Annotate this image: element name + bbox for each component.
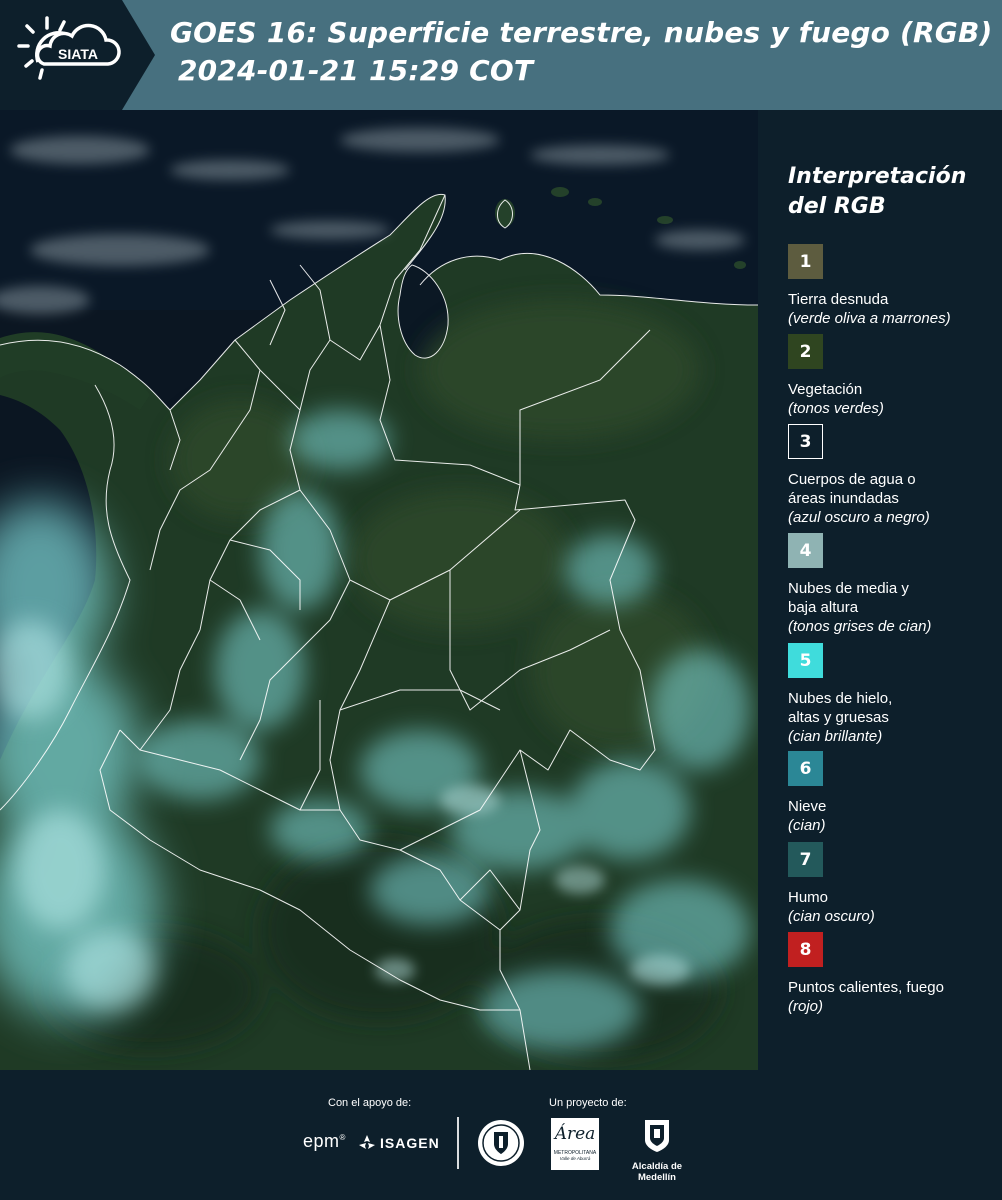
university-seal-icon bbox=[478, 1120, 524, 1166]
isagen-logo-text: ISAGEN bbox=[380, 1135, 440, 1151]
legend-sublabel: (azul oscuro a negro) bbox=[788, 509, 930, 526]
legend-sublabel: (rojo) bbox=[788, 998, 824, 1015]
legend-sublabel: (tonos verdes) bbox=[788, 400, 884, 417]
legend-swatch: 3 bbox=[788, 424, 823, 459]
legend-sublabel: (verde oliva a marrones) bbox=[788, 310, 951, 327]
legend-label: Humo bbox=[788, 889, 829, 906]
legend-sublabel: (cian) bbox=[788, 817, 826, 834]
legend-item-fire: 8 Puntos calientes, fuego (rojo) bbox=[788, 932, 1002, 1016]
legend-item-vegetation: 2 Vegetación (tonos verdes) bbox=[788, 334, 1002, 418]
legend-item-water: 3 Cuerpos de agua o áreas inundadas (azu… bbox=[788, 424, 1002, 527]
area-metro-subtitle-2: Valle de Aburrá bbox=[559, 1156, 591, 1161]
university-seal-logo bbox=[476, 1118, 526, 1173]
legend-swatch: 2 bbox=[788, 334, 823, 369]
legend-label: Cuerpos de agua o áreas inundadas bbox=[788, 471, 916, 507]
legend-label: Puntos calientes, fuego bbox=[788, 979, 944, 996]
isagen-logo: ISAGEN bbox=[357, 1132, 440, 1154]
legend-sublabel: (tonos grises de cian) bbox=[788, 618, 932, 635]
legend-title: Interpretación del RGB bbox=[788, 164, 967, 219]
legend-swatch: 5 bbox=[788, 643, 823, 678]
epm-logo-text: epm bbox=[303, 1131, 340, 1151]
legend-label: Nubes de hielo, altas y gruesas bbox=[788, 690, 893, 726]
area-metro-title: Área bbox=[554, 1124, 596, 1144]
medellin-shield-icon bbox=[645, 1120, 669, 1152]
footer-bar: Con el apoyo de: Un proyecto de: epm® IS… bbox=[0, 1070, 1002, 1200]
legend-number: 7 bbox=[799, 849, 812, 870]
legend-number: 2 bbox=[799, 341, 812, 362]
title-line-product: GOES 16: Superficie terrestre, nubes y f… bbox=[170, 16, 993, 49]
legend-label: Nieve bbox=[788, 798, 827, 815]
legend-swatch: 6 bbox=[788, 751, 823, 786]
header-bar: SIATA GOES 16: Superficie terrestre, nub… bbox=[0, 0, 1002, 110]
legend-swatch: 4 bbox=[788, 533, 823, 568]
area-metropolitana-logo: Área METROPOLITANA Valle de Aburrá bbox=[551, 1118, 599, 1170]
footer-divider bbox=[457, 1117, 459, 1169]
legend-label: Nubes de media y baja altura bbox=[788, 580, 909, 616]
legend-number: 3 bbox=[799, 431, 812, 452]
legend-number: 1 bbox=[799, 251, 812, 272]
legend-sublabel: (cian brillante) bbox=[788, 728, 883, 745]
epm-logo: epm® bbox=[303, 1131, 346, 1151]
legend-number: 5 bbox=[799, 650, 812, 671]
title-line-datetime: 2024-01-21 15:29 COT bbox=[178, 54, 534, 87]
satellite-map bbox=[0, 110, 758, 1070]
project-label: Un proyecto de: bbox=[549, 1097, 627, 1109]
legend-number: 4 bbox=[799, 540, 812, 561]
legend-panel: Interpretación del RGB 1 Tierra desnuda … bbox=[770, 110, 1002, 1070]
page-title: GOES 16: Superficie terrestre, nubes y f… bbox=[170, 14, 1000, 90]
legend-label: Vegetación bbox=[788, 381, 863, 398]
legend-sublabel: (cian oscuro) bbox=[788, 908, 875, 925]
logo-text: SIATA bbox=[58, 46, 98, 62]
legend-swatch: 7 bbox=[788, 842, 823, 877]
legend-item-ice-clouds: 5 Nubes de hielo, altas y gruesas (cian … bbox=[788, 643, 1002, 746]
legend-label: Tierra desnuda bbox=[788, 291, 889, 308]
siata-logo: SIATA bbox=[0, 0, 155, 110]
satellite-map-image bbox=[0, 110, 758, 1070]
alcaldia-text: Alcaldía de Medellín bbox=[631, 1161, 683, 1183]
siata-logo-shape: SIATA bbox=[0, 0, 155, 110]
legend-item-smoke: 7 Humo (cian oscuro) bbox=[788, 842, 1002, 926]
alcaldia-medellin-logo: Alcaldía de Medellín bbox=[612, 1118, 702, 1183]
support-label: Con el apoyo de: bbox=[328, 1097, 412, 1109]
isagen-mark-icon bbox=[359, 1135, 375, 1149]
legend-item-bare-land: 1 Tierra desnuda (verde oliva a marrones… bbox=[788, 244, 1002, 328]
legend-swatch: 1 bbox=[788, 244, 823, 279]
legend-item-low-clouds: 4 Nubes de media y baja altura (tonos gr… bbox=[788, 533, 1002, 636]
legend-item-snow: 6 Nieve (cian) bbox=[788, 751, 1002, 835]
legend-number: 6 bbox=[799, 758, 812, 779]
legend-swatch: 8 bbox=[788, 932, 823, 967]
legend-number: 8 bbox=[799, 939, 812, 960]
